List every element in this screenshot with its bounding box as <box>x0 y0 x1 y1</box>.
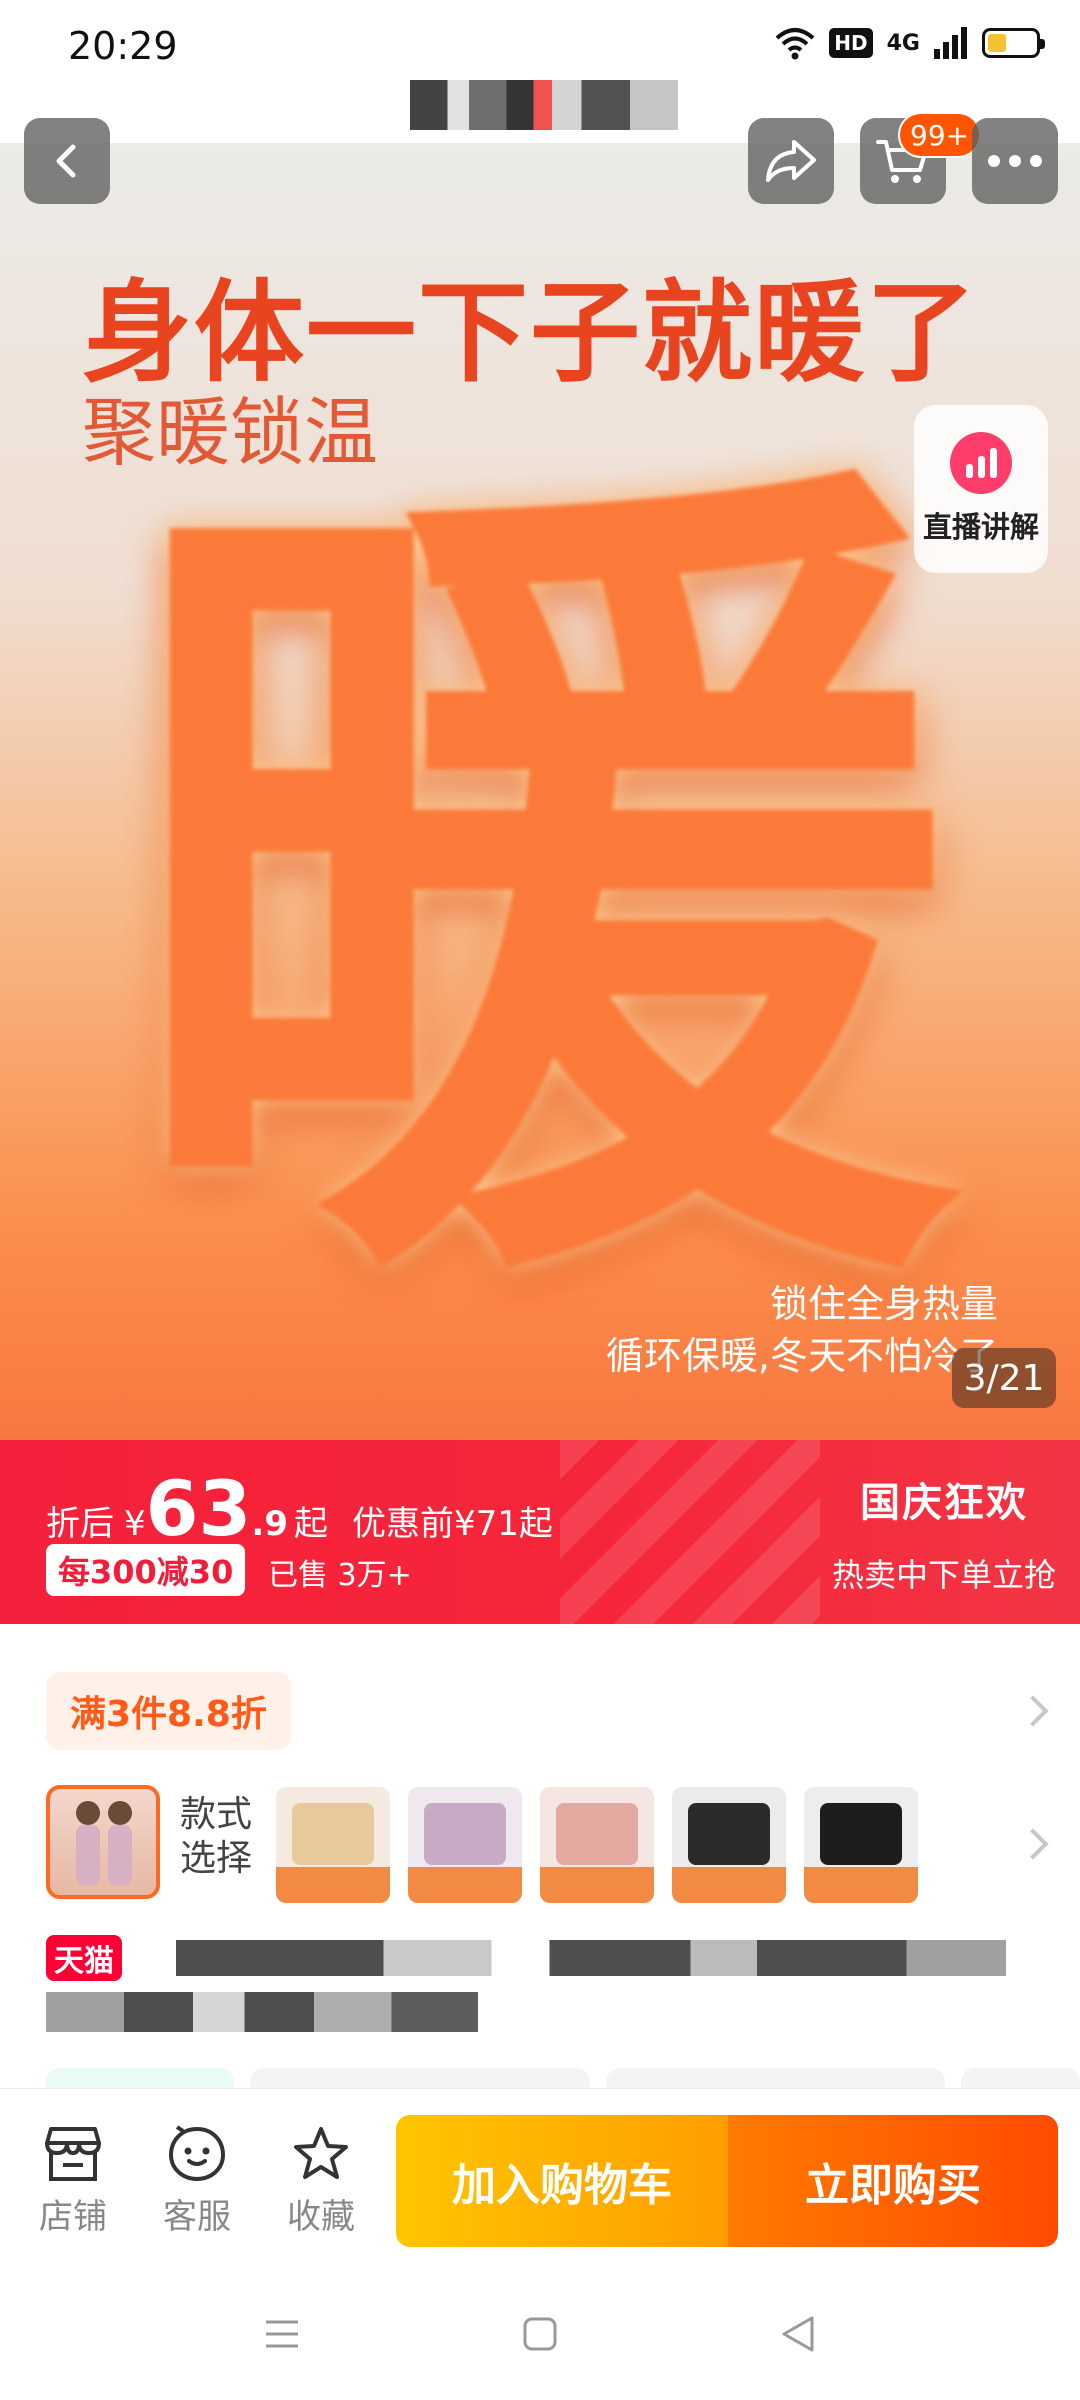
garment-image <box>688 1803 770 1865</box>
back-nav-button[interactable] <box>776 2312 820 2356</box>
price-row: 折后 ¥ 63 .9 起 优惠前¥71起 <box>46 1464 553 1553</box>
more-dots-icon <box>988 155 1042 167</box>
price-decimal: .9 <box>251 1504 288 1544</box>
banner-stripe-decoration <box>560 1440 820 1624</box>
bottom-action-bar: 店铺 客服 收藏 加入购物车 立即购买 <box>0 2088 1080 2268</box>
status-icons: HD 4G <box>775 26 1045 60</box>
more-button[interactable] <box>972 118 1058 204</box>
home-square-icon <box>523 2317 557 2351</box>
hero-caption-2: 循环保暖,冬天不怕冷了 <box>605 1334 998 1378</box>
store-label: 店铺 <box>39 2197 107 2237</box>
add-to-cart-button[interactable]: 加入购物车 <box>396 2115 728 2247</box>
store-button[interactable]: 店铺 <box>28 2125 118 2238</box>
wifi-icon <box>775 28 815 60</box>
buy-now-button[interactable]: 立即购买 <box>728 2115 1058 2247</box>
hero-caption-1: 锁住全身热量 <box>769 1282 998 1326</box>
image-counter: 3/21 <box>952 1348 1056 1408</box>
price-integer: 63 <box>145 1464 252 1553</box>
variant-selector[interactable]: 款式选择 <box>0 1785 1080 1903</box>
hd-badge: HD <box>829 28 873 58</box>
variant-thumb-beige[interactable] <box>276 1787 390 1903</box>
signal-icon <box>934 27 967 59</box>
price-banner: 折后 ¥ 63 .9 起 优惠前¥71起 每300减30 已售 3万+ 国庆狂欢… <box>0 1440 1080 1624</box>
original-price: 优惠前¥71起 <box>351 1504 553 1544</box>
share-icon <box>766 140 816 182</box>
live-explain-button[interactable]: 直播讲解 <box>914 405 1048 573</box>
coupon-badge[interactable]: 每300减30 <box>46 1544 246 1596</box>
live-explain-label: 直播讲解 <box>922 510 1039 544</box>
sold-count: 已售 3万+ <box>268 1558 412 1593</box>
triangle-back-icon <box>782 2316 814 2352</box>
favorite-label: 收藏 <box>287 2197 355 2237</box>
service-button[interactable]: 客服 <box>152 2125 242 2238</box>
battery-icon <box>982 28 1045 58</box>
promo-title: 国庆狂欢 <box>860 1480 1028 1526</box>
garment-image <box>556 1803 638 1865</box>
price-suffix: 起 <box>293 1504 328 1544</box>
share-button[interactable] <box>748 118 834 204</box>
customer-service-icon <box>168 2125 226 2182</box>
cart-count-badge: 99+ <box>898 112 982 158</box>
back-button[interactable] <box>24 118 110 204</box>
network-label: 4G <box>886 30 920 56</box>
home-nav-button[interactable] <box>518 2312 562 2356</box>
garment-image <box>292 1803 374 1865</box>
hero-big-character: 暖 <box>120 404 960 1382</box>
garment-image <box>820 1803 902 1865</box>
service-label: 客服 <box>163 2197 231 2237</box>
variant-thumbnails[interactable] <box>276 1787 966 1903</box>
price-label: 折后 <box>46 1504 114 1544</box>
status-time: 20:29 <box>68 24 178 68</box>
tmall-badge: 天猫 <box>46 1935 122 1981</box>
models-image <box>76 1801 132 1885</box>
star-icon <box>294 2127 348 2179</box>
blurred-product-title-line-1 <box>176 1940 1006 1976</box>
store-icon <box>45 2127 101 2181</box>
live-bars-icon <box>950 432 1012 494</box>
product-image-carousel[interactable]: 身体一下子就暖了 聚暖锁温 暖 锁住全身热量 循环保暖,冬天不怕冷了 3/21 … <box>0 143 1080 1440</box>
variant-label: 款式选择 <box>180 1794 253 1879</box>
variant-thumb-lilac[interactable] <box>408 1787 522 1903</box>
blurred-shop-title <box>410 80 678 130</box>
variant-thumb-black-2[interactable] <box>804 1787 918 1903</box>
promo-subtitle: 热卖中下单立抢 <box>831 1556 1056 1594</box>
variant-thumb-black-1[interactable] <box>672 1787 786 1903</box>
garment-image <box>424 1803 506 1865</box>
menu-nav-button[interactable] <box>260 2312 304 2356</box>
feature-chips <box>46 2068 1080 2088</box>
discount-tag[interactable]: 满3件8.8折 <box>46 1672 291 1750</box>
chevron-right-icon[interactable] <box>1017 1828 1049 1860</box>
menu-icon <box>266 2320 298 2348</box>
chevron-left-icon <box>56 144 76 178</box>
blurred-product-title-line-2 <box>46 1992 478 2032</box>
selected-variant-thumbnail[interactable] <box>46 1785 160 1899</box>
system-nav-bar <box>0 2268 1080 2400</box>
favorite-button[interactable]: 收藏 <box>276 2125 366 2238</box>
variant-thumb-pink[interactable] <box>540 1787 654 1903</box>
chevron-right-icon[interactable] <box>1017 1695 1049 1727</box>
price-currency: ¥ <box>124 1504 146 1544</box>
